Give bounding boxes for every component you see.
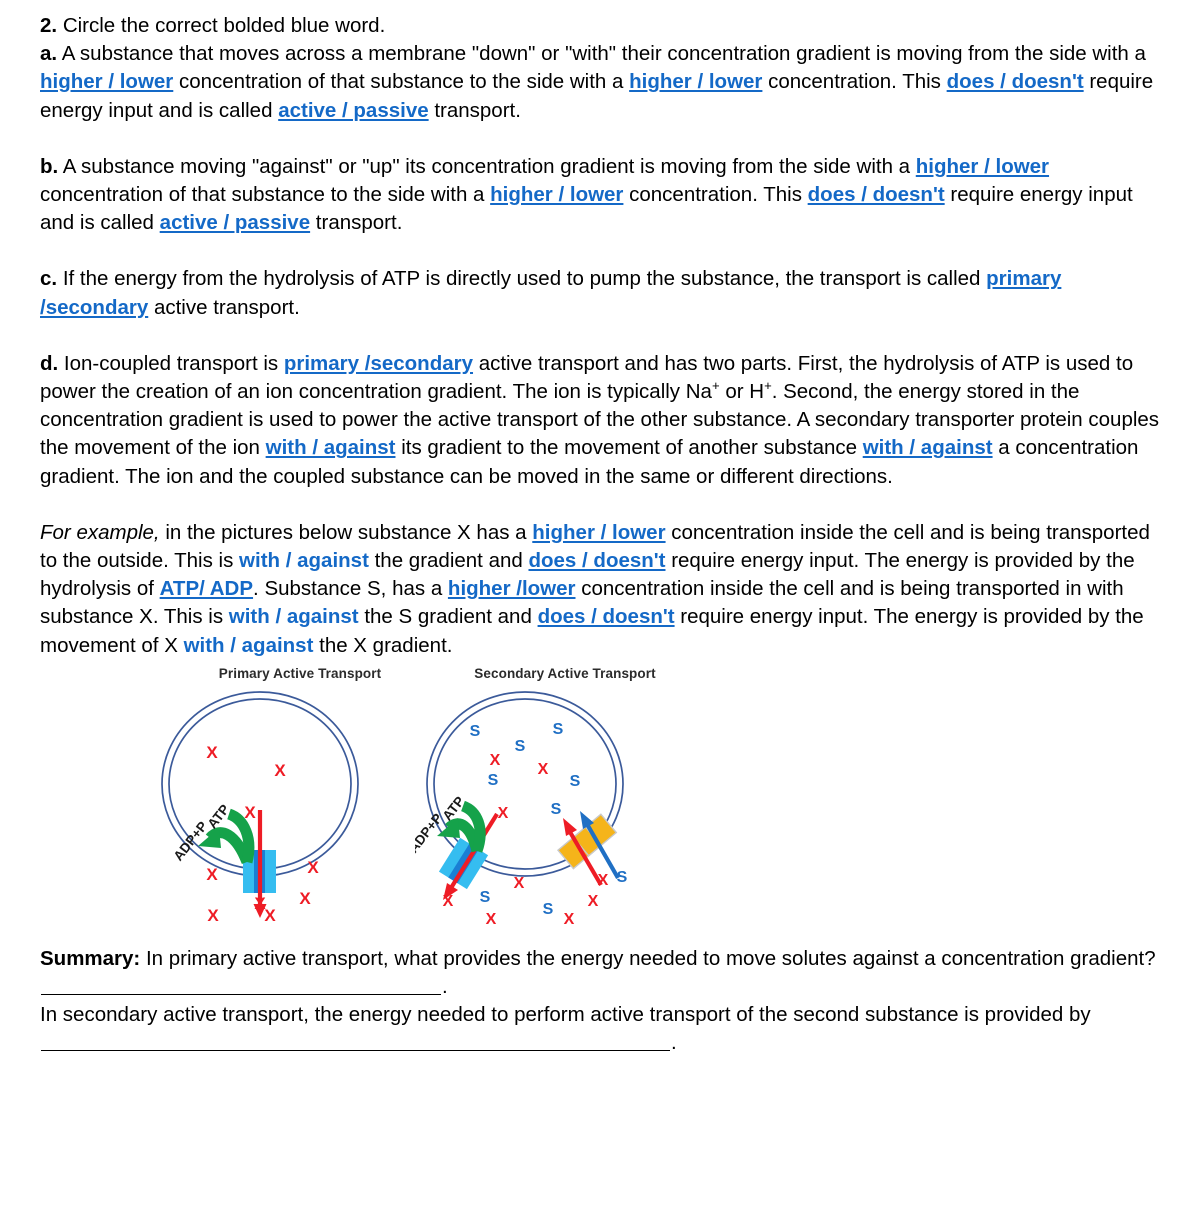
question-prompt: Circle the correct bolded blue word. xyxy=(62,14,386,37)
item-a: a. A substance that moves across a membr… xyxy=(40,40,1162,125)
example-paragraph: For example, in the pictures below subst… xyxy=(40,519,1162,660)
na-superscript: + xyxy=(711,378,720,394)
s-marker: S xyxy=(488,772,499,789)
summary-text-1: In primary active transport, what provid… xyxy=(140,946,1156,970)
example-text-7: the S gradient and xyxy=(358,605,538,629)
example-text-3: the gradient and xyxy=(368,549,529,573)
example-choice-2[interactable]: with / against xyxy=(239,549,369,572)
item-b-choice-4[interactable]: active / passive xyxy=(160,211,310,234)
summary-question-2: In secondary active transport, the energ… xyxy=(40,1001,1162,1057)
h-superscript: + xyxy=(764,378,772,394)
summary-period-2: . xyxy=(671,1031,677,1055)
x-marker: X xyxy=(498,805,509,822)
item-d-label: d. xyxy=(40,351,59,375)
x-marker: X xyxy=(538,761,549,778)
example-choice-7[interactable]: does / doesn't xyxy=(538,605,675,628)
x-marker: X xyxy=(588,893,599,910)
item-b-text-3: concentration. This xyxy=(623,183,808,207)
primary-diagram-svg: ATP ADP+P X X X X X X X X X xyxy=(161,691,359,925)
x-marker: X xyxy=(598,872,609,889)
s-marker: S xyxy=(480,889,491,906)
item-d: d. Ion-coupled transport is primary /sec… xyxy=(40,350,1162,491)
item-a-text-5: transport. xyxy=(428,98,521,122)
x-marker: X xyxy=(299,889,311,908)
item-b-text-5: transport. xyxy=(310,211,403,235)
x-marker: X xyxy=(564,911,575,928)
x-marker: X xyxy=(443,893,454,910)
x-marker: X xyxy=(486,911,497,928)
item-a-text-1: A substance that moves across a membrane… xyxy=(61,42,1146,66)
item-d-text-5: its gradient to the movement of another … xyxy=(395,436,863,460)
example-choice-5[interactable]: higher /lower xyxy=(448,577,576,600)
example-text-9: the X gradient. xyxy=(313,633,453,657)
secondary-diagram-svg: ATP ADP+P S S S S S S X X X S S S X X X … xyxy=(415,691,628,928)
question-2-header: 2. Circle the correct bolded blue word. xyxy=(40,12,1162,40)
s-marker: S xyxy=(553,721,564,738)
example-text-1: in the pictures below substance X has a xyxy=(159,520,533,544)
example-choice-6[interactable]: with / against xyxy=(229,605,359,628)
summary-section: Summary: In primary active transport, wh… xyxy=(40,945,1162,1058)
x-marker: X xyxy=(307,858,319,877)
secondary-active-transport-figure: Secondary Active Transport ATP ADP+P S S… xyxy=(415,666,715,931)
transport-diagrams: Primary Active Transport ATP ADP+P X X X… xyxy=(40,666,1160,931)
summary-answer-blank-1[interactable] xyxy=(41,978,441,996)
summary-answer-blank-2[interactable] xyxy=(41,1034,670,1052)
item-b-label: b. xyxy=(40,154,59,178)
item-b-choice-2[interactable]: higher / lower xyxy=(490,183,623,206)
x-marker: X xyxy=(207,906,219,925)
summary-text-2: In secondary active transport, the energ… xyxy=(40,1003,1091,1027)
item-d-text-3: or H xyxy=(719,380,765,404)
primary-active-transport-figure: Primary Active Transport ATP ADP+P X X X… xyxy=(150,666,450,931)
item-c-text-2: active transport. xyxy=(148,295,300,319)
question-number: 2. xyxy=(40,14,58,37)
item-b-text-1: A substance moving "against" or "up" its… xyxy=(62,154,916,178)
x-marker: X xyxy=(490,752,501,769)
item-a-text-3: concentration. This xyxy=(762,70,947,94)
item-d-text-1: Ion-coupled transport is xyxy=(63,351,284,375)
item-b-choice-3[interactable]: does / doesn't xyxy=(808,183,945,206)
item-a-choice-1[interactable]: higher / lower xyxy=(40,70,173,93)
summary-label: Summary: xyxy=(40,946,141,970)
s-marker: S xyxy=(470,723,481,740)
example-choice-1[interactable]: higher / lower xyxy=(532,521,665,544)
item-c: c. If the energy from the hydrolysis of … xyxy=(40,265,1162,321)
example-choice-8[interactable]: with / against xyxy=(184,634,314,657)
item-d-choice-1[interactable]: primary /secondary xyxy=(284,352,473,375)
example-choice-3[interactable]: does / doesn't xyxy=(528,549,665,572)
worksheet-page: 2. Circle the correct bolded blue word. … xyxy=(0,0,1200,1058)
item-c-text-1: If the energy from the hydrolysis of ATP… xyxy=(62,267,987,291)
x-marker: X xyxy=(244,803,256,822)
example-text-5: . Substance S, has a xyxy=(253,577,448,601)
s-marker: S xyxy=(551,801,562,818)
item-b-text-2: concentration of that substance to the s… xyxy=(40,183,491,207)
example-lead: For example, xyxy=(40,520,160,544)
x-marker: X xyxy=(206,743,218,762)
summary-question-1: Summary: In primary active transport, wh… xyxy=(40,945,1162,1001)
summary-period-1: . xyxy=(442,975,448,999)
x-marker: X xyxy=(206,865,218,884)
item-b-choice-1[interactable]: higher / lower xyxy=(916,155,1049,178)
s-marker: S xyxy=(570,773,581,790)
item-c-label: c. xyxy=(40,267,58,291)
x-marker: X xyxy=(274,761,286,780)
example-choice-4[interactable]: ATP/ ADP xyxy=(160,577,253,600)
x-marker: X xyxy=(264,906,276,925)
s-marker: S xyxy=(515,738,526,755)
item-d-choice-2[interactable]: with / against xyxy=(266,436,396,459)
item-a-label: a. xyxy=(40,42,58,66)
item-a-text-2: concentration of that substance to the s… xyxy=(173,70,630,94)
s-marker: S xyxy=(543,901,554,918)
item-a-choice-2[interactable]: higher / lower xyxy=(629,70,762,93)
item-a-choice-4[interactable]: active / passive xyxy=(278,99,428,122)
item-a-choice-3[interactable]: does / doesn't xyxy=(947,70,1084,93)
x-marker: X xyxy=(514,875,525,892)
s-marker: S xyxy=(617,869,628,886)
item-b: b. A substance moving "against" or "up" … xyxy=(40,153,1162,238)
item-d-choice-3[interactable]: with / against xyxy=(863,436,993,459)
